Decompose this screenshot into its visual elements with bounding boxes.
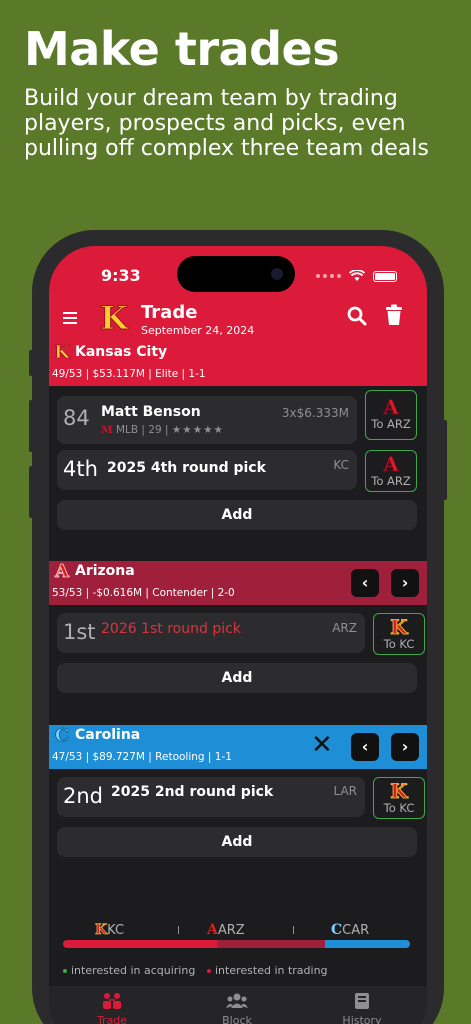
trade-row[interactable]: 84 Matt Benson 3x$6.333M M MLB | 29 | ★★… xyxy=(57,396,357,444)
mute-switch xyxy=(29,350,33,376)
pick-round: 4th xyxy=(63,457,98,481)
battery-icon xyxy=(373,270,397,282)
prev-team-button[interactable]: ‹ xyxy=(351,569,379,597)
pick-round: 1st xyxy=(63,620,96,644)
team-info: 49/53 | $53.117M | Elite | 1-1 xyxy=(52,368,206,380)
team-section-arz: 1st 2026 1st round pick ARZ K To KC Add xyxy=(49,605,427,725)
tab-bar: Trade Block History xyxy=(49,986,427,1024)
to-arz-button[interactable]: A To ARZ xyxy=(365,390,417,440)
team-info: 53/53 | -$0.616M | Contender | 2-0 xyxy=(52,587,235,599)
arz-logo: A xyxy=(383,452,399,476)
pick-name: 2026 1st round pick xyxy=(101,621,241,637)
summary-divider xyxy=(293,926,294,934)
to-kc-button[interactable]: K To KC xyxy=(373,613,425,655)
phone-frame: 9:33 K Trade September 24, 2024 K Kansas… xyxy=(29,230,447,1024)
pick-name: 2025 2nd round pick xyxy=(111,784,274,800)
add-button[interactable]: Add xyxy=(57,663,417,693)
pick-origin: LAR xyxy=(333,784,357,798)
summary-label-car: CCAR xyxy=(331,922,370,938)
trade-icon xyxy=(103,993,121,1009)
team-section-kc: 84 Matt Benson 3x$6.333M M MLB | 29 | ★★… xyxy=(49,386,427,562)
trade-row[interactable]: 2nd 2025 2nd round pick LAR xyxy=(57,777,365,817)
kc-logo: K xyxy=(390,779,408,803)
tab-trade[interactable]: Trade xyxy=(72,992,152,1024)
next-team-button[interactable]: › xyxy=(391,569,419,597)
status-icons xyxy=(316,270,397,282)
team-name: Carolina xyxy=(75,727,141,743)
balance-segment xyxy=(217,940,325,948)
to-kc-button[interactable]: K To KC xyxy=(373,777,425,819)
green-dot-icon xyxy=(63,969,67,973)
summary-label-arz: AARZ xyxy=(207,922,245,938)
pick-name: 2025 4th round pick xyxy=(107,460,266,476)
promo-subline: Build your dream team by trading players… xyxy=(24,86,429,161)
team-logo: A xyxy=(55,561,70,582)
arz-logo: A xyxy=(383,395,399,419)
tab-history[interactable]: History xyxy=(322,992,402,1024)
team-logo: C xyxy=(54,725,70,746)
summary-divider xyxy=(178,926,179,934)
player-meta: M MLB | 29 | ★★★★★ xyxy=(101,424,224,436)
balance-segment xyxy=(325,940,410,948)
volume-down-button xyxy=(29,466,33,518)
add-button[interactable]: Add xyxy=(57,827,417,857)
promo-headline: Make trades xyxy=(24,22,340,76)
trash-icon[interactable] xyxy=(385,304,403,326)
page-date: September 24, 2024 xyxy=(141,324,255,337)
kc-logo: K xyxy=(390,615,408,639)
menu-icon[interactable] xyxy=(63,312,77,327)
to-label: To ARZ xyxy=(371,417,411,431)
red-dot-icon xyxy=(207,969,211,973)
to-label: To KC xyxy=(383,637,415,651)
people-icon xyxy=(226,993,248,1008)
pick-round: 2nd xyxy=(63,784,104,808)
power-button xyxy=(443,420,447,500)
pick-origin: KC xyxy=(333,458,349,472)
tab-block[interactable]: Block xyxy=(197,992,277,1024)
summary-label-kc: KKC xyxy=(95,922,125,939)
dynamic-island xyxy=(177,256,295,292)
team-section-car: 2nd 2025 2nd round pick LAR K To KC Add xyxy=(49,769,427,889)
team-name: Arizona xyxy=(75,563,135,579)
cellular-icon xyxy=(316,274,341,278)
screen: 9:33 K Trade September 24, 2024 K Kansas… xyxy=(49,246,427,1024)
to-label: To KC xyxy=(383,801,415,815)
wifi-icon xyxy=(349,270,365,281)
team-info: 47/53 | $89.727M | Retooling | 1-1 xyxy=(52,751,232,763)
player-team-logo: M xyxy=(101,424,113,436)
to-arz-button[interactable]: A To ARZ xyxy=(365,450,417,492)
trade-row[interactable]: 4th 2025 4th round pick KC xyxy=(57,450,357,490)
legend-trading: interested in trading xyxy=(207,964,328,977)
prev-team-button[interactable]: ‹ xyxy=(351,733,379,761)
balance-segment xyxy=(63,940,217,948)
app-header: 9:33 K Trade September 24, 2024 xyxy=(49,246,427,342)
legend-acquiring: interested in acquiring xyxy=(63,964,195,977)
page-title: Trade xyxy=(141,302,198,323)
close-icon[interactable]: ✕ xyxy=(311,731,333,759)
trade-row[interactable]: 1st 2026 1st round pick ARZ xyxy=(57,613,365,653)
status-time: 9:33 xyxy=(101,266,141,285)
next-team-button[interactable]: › xyxy=(391,733,419,761)
to-label: To ARZ xyxy=(371,474,411,488)
team-header-kc: K Kansas City 49/53 | $53.117M | Elite |… xyxy=(49,342,427,386)
team-logo: K xyxy=(100,299,129,337)
camera-icon xyxy=(271,268,283,280)
pick-origin: ARZ xyxy=(332,621,357,635)
team-name: Kansas City xyxy=(75,344,168,360)
search-icon[interactable] xyxy=(347,306,367,326)
book-icon xyxy=(355,993,369,1009)
player-name: Matt Benson xyxy=(101,404,201,420)
add-button[interactable]: Add xyxy=(57,500,417,530)
rating-stars-icon: ★★★★★ xyxy=(171,424,224,436)
team-header-arz: A Arizona 53/53 | -$0.616M | Contender |… xyxy=(49,561,427,605)
team-header-car: C Carolina 47/53 | $89.727M | Retooling … xyxy=(49,725,427,769)
volume-up-button xyxy=(29,400,33,452)
team-logo: K xyxy=(54,342,70,363)
player-rating: 84 xyxy=(63,406,90,430)
player-contract: 3x$6.333M xyxy=(281,406,349,420)
